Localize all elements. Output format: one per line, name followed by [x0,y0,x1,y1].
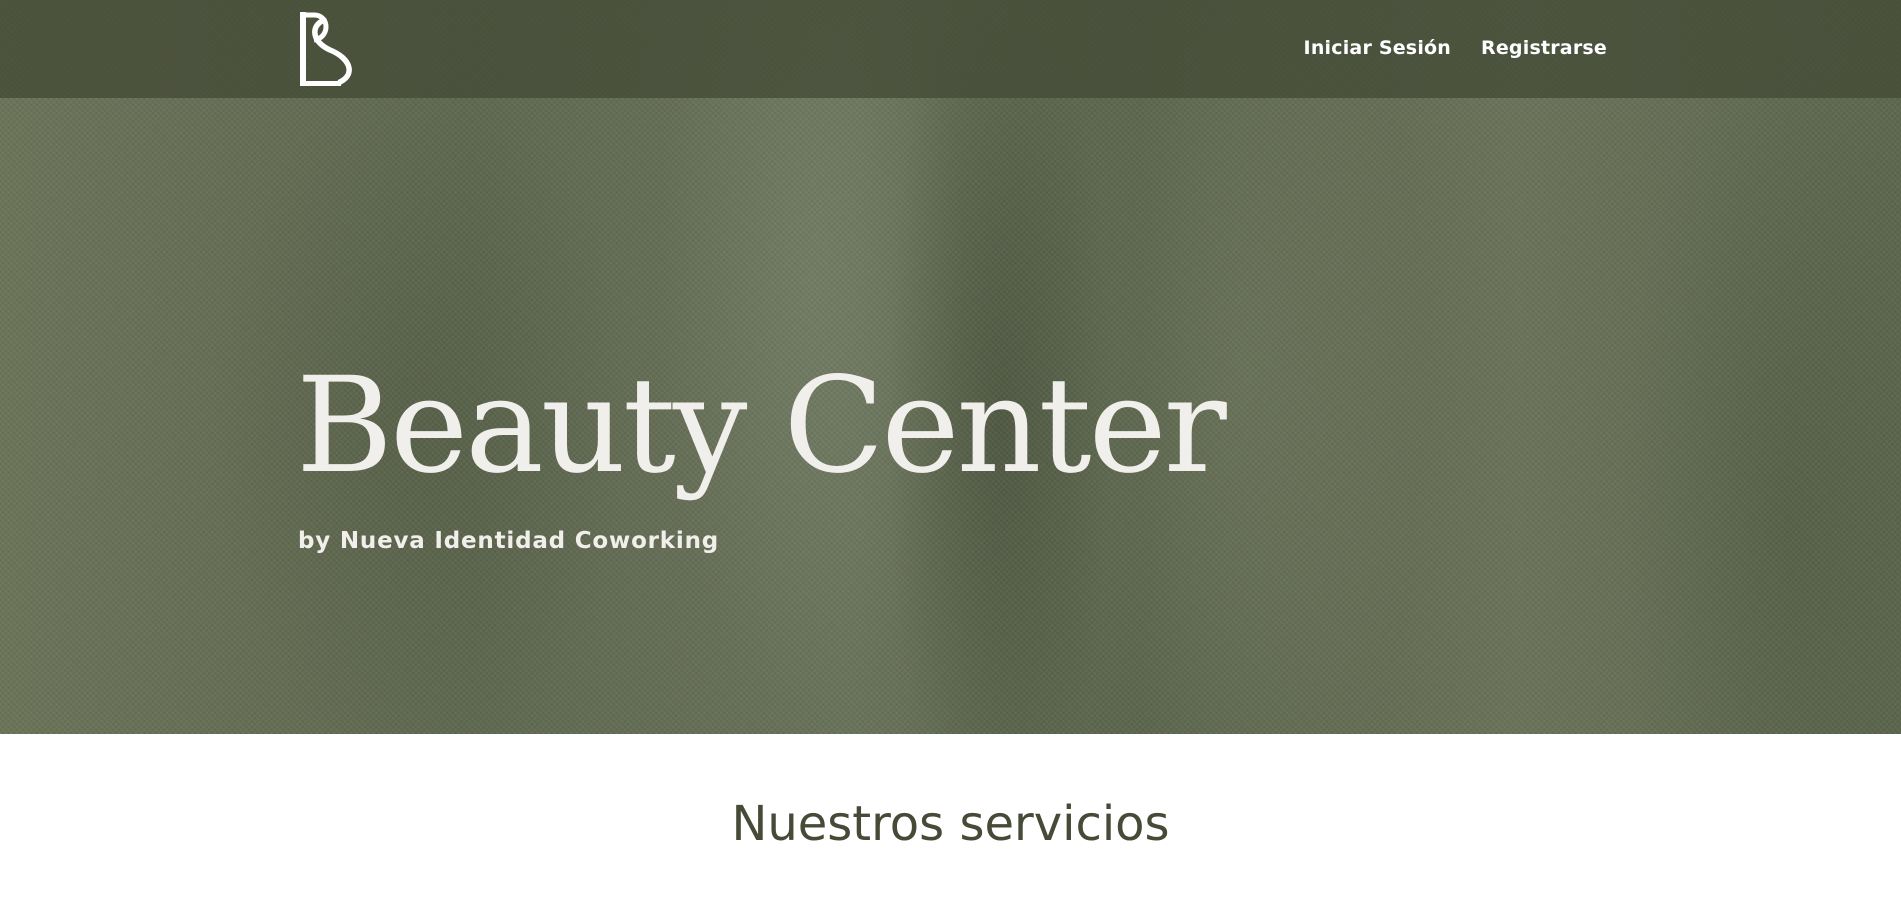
register-link[interactable]: Registrarse [1481,37,1607,59]
services-heading: Nuestros servicios [731,796,1170,852]
hero-subtitle: by Nueva Identidad Coworking [298,528,720,554]
page: Iniciar Sesión Registrarse Beauty Center… [0,0,1901,913]
site-header: Iniciar Sesión Registrarse [0,0,1901,98]
main-nav: Iniciar Sesión Registrarse [1304,37,1607,59]
hero-title: Beauty Center [296,349,1227,503]
login-link[interactable]: Iniciar Sesión [1304,37,1451,59]
hero-section: Iniciar Sesión Registrarse Beauty Center… [0,0,1901,734]
bs-monogram-logo[interactable] [300,11,356,87]
logo-icon [300,11,352,87]
